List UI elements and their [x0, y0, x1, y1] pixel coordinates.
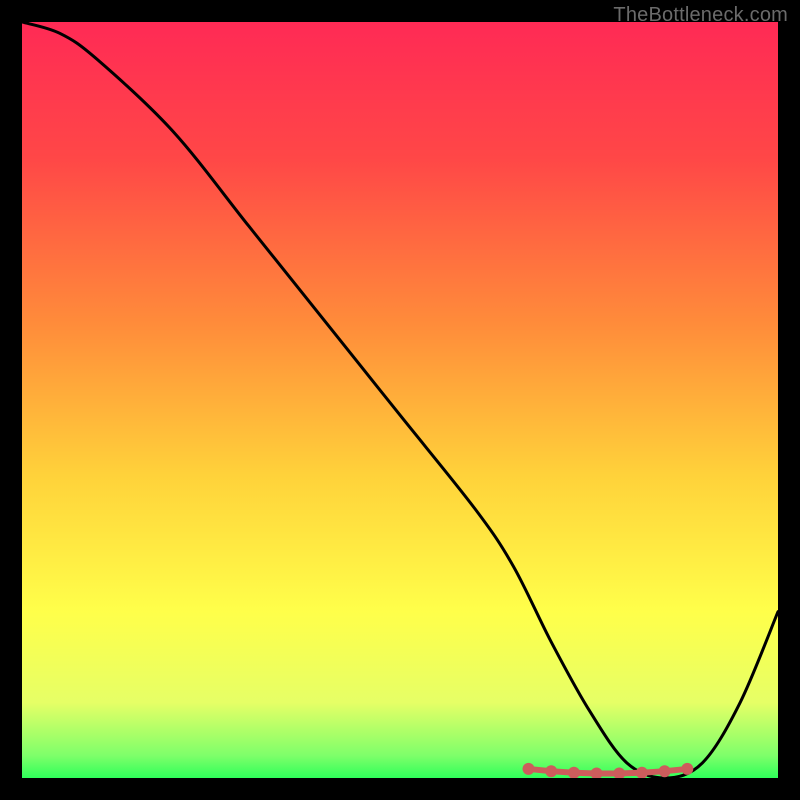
watermark-text: TheBottleneck.com — [613, 4, 788, 27]
chart-frame — [22, 22, 778, 778]
plot-background — [22, 22, 778, 778]
chart-svg — [22, 22, 778, 778]
